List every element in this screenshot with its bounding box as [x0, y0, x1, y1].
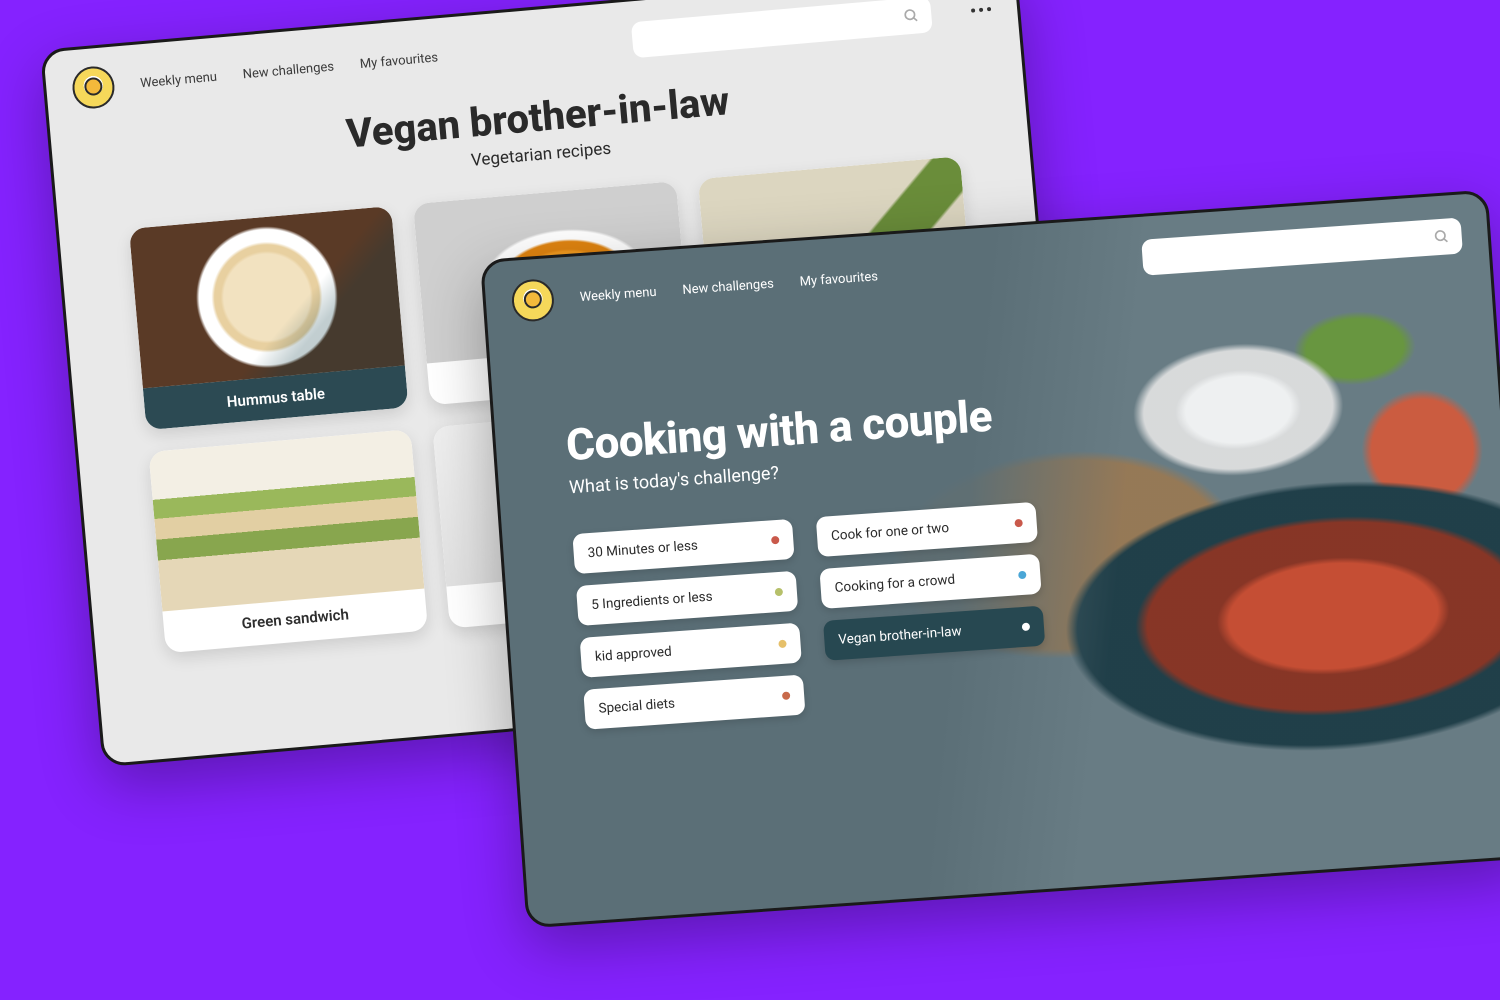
logo-avocado-icon[interactable] — [511, 278, 556, 323]
chip-cook-crowd[interactable]: Cooking for a crowd — [819, 554, 1041, 609]
chip-label: kid approved — [594, 644, 672, 665]
nav-link-weekly-menu[interactable]: Weekly menu — [140, 69, 218, 91]
panel-hero: Weekly menu New challenges My favourites… — [480, 190, 1500, 929]
logo-avocado-icon[interactable] — [71, 65, 117, 111]
search-input-back[interactable] — [631, 0, 933, 58]
chip-30-minutes[interactable]: 30 Minutes or less — [572, 519, 794, 574]
recipe-card-hummus[interactable]: Hummus table — [129, 206, 409, 430]
chip-vegan-brother-in-law[interactable]: Vegan brother-in-law — [823, 606, 1045, 661]
chip-column-0: 30 Minutes or less 5 Ingredients or less… — [572, 519, 805, 730]
chip-5-ingredients[interactable]: 5 Ingredients or less — [576, 571, 798, 626]
chip-column-1: Cook for one or two Cooking for a crowd … — [816, 502, 1049, 713]
nav-link-my-favourites[interactable]: My favourites — [799, 269, 878, 289]
chip-label: Cooking for a crowd — [834, 572, 955, 596]
chip-dot-icon — [1022, 623, 1031, 632]
chip-dot-icon — [775, 588, 784, 597]
recipe-card-green-sandwich[interactable]: Green sandwich — [148, 429, 428, 653]
nav-link-my-favourites[interactable]: My favourites — [359, 50, 438, 72]
search-input-front[interactable] — [1141, 218, 1463, 276]
search-icon — [903, 7, 920, 24]
chip-dot-icon — [771, 536, 780, 545]
nav-link-new-challenges[interactable]: New challenges — [242, 59, 334, 82]
nav-link-new-challenges[interactable]: New challenges — [682, 276, 774, 297]
recipe-image — [129, 206, 405, 388]
chip-cook-one-two[interactable]: Cook for one or two — [816, 502, 1038, 557]
chip-label: 5 Ingredients or less — [591, 589, 713, 613]
chip-label: Vegan brother-in-law — [838, 623, 962, 648]
nav-link-weekly-menu[interactable]: Weekly menu — [579, 284, 657, 304]
chip-label: 30 Minutes or less — [587, 538, 698, 562]
chip-dot-icon — [1018, 571, 1027, 580]
search-icon — [1433, 228, 1450, 245]
more-icon[interactable] — [971, 7, 991, 13]
chip-label: Cook for one or two — [831, 520, 950, 544]
chip-label: Special diets — [598, 696, 675, 717]
recipe-image — [148, 429, 424, 611]
chip-dot-icon — [778, 640, 787, 649]
chip-dot-icon — [782, 691, 791, 700]
chip-kid-approved[interactable]: kid approved — [580, 623, 802, 678]
chip-special-diets[interactable]: Special diets — [583, 674, 805, 729]
chip-dot-icon — [1014, 519, 1023, 528]
